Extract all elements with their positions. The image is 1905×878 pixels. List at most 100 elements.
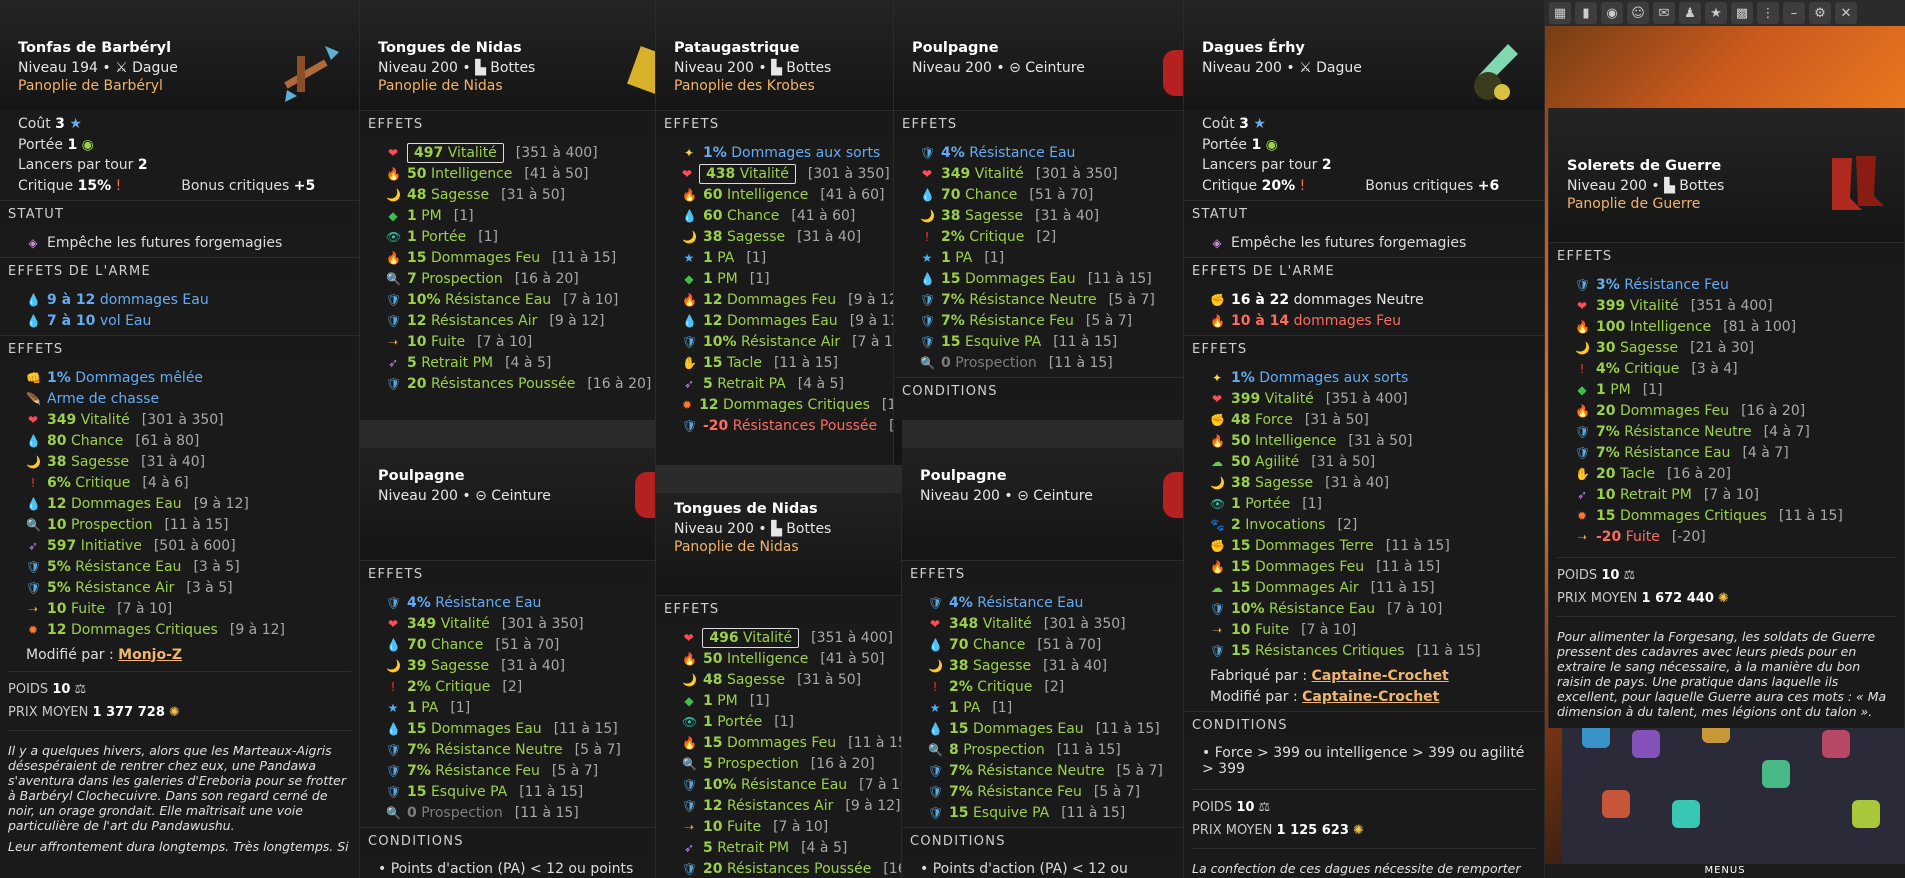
effect-icon: 👁 (386, 229, 402, 244)
effect-row: ! 2% Critique [2] (386, 676, 647, 697)
effect-icon: 🛡 (682, 861, 698, 876)
effect-label: Agilité (1254, 453, 1300, 470)
effect-icon: 🛡 (386, 376, 402, 391)
character-icon[interactable]: ♟ (1679, 2, 1701, 24)
effect-label: dommages Neutre (1293, 291, 1424, 308)
star-icon[interactable]: ★ (1705, 2, 1727, 24)
effect-range: [301 à 350] (141, 411, 224, 428)
effect-icon: 👊 (26, 370, 41, 385)
grid-icon[interactable]: ▩ (1731, 2, 1753, 24)
modifier-link[interactable]: Captaine-Crochet (1302, 689, 1439, 705)
modifier-link[interactable]: Monjo-Z (118, 647, 182, 663)
effect-text: 1 Portée (703, 714, 762, 730)
effect-range: [11 à 15] (1095, 720, 1160, 737)
effect-value: 12 (407, 312, 427, 329)
item-type: Bottes (786, 60, 832, 76)
effect-row: ✹ 12 Dommages Critiques [9 à 12] (26, 619, 351, 640)
effect-range: [16 à 20] (883, 860, 901, 877)
effect-icon: 🐾 (1210, 517, 1225, 532)
item-set[interactable]: Panoplie des Krobes (674, 78, 875, 94)
effect-text: 399 Vitalité (1596, 298, 1679, 314)
weight-label: POIDS (1192, 800, 1233, 815)
item-header: Dagues Érhy Niveau 200 • ⚔ Dague (1184, 0, 1544, 110)
chat-icon[interactable]: ✉ (1653, 2, 1675, 24)
statut-row: ◈ Empêche les futures forgemagies (1210, 232, 1536, 253)
effect-value: 20 (1596, 402, 1616, 419)
item-set[interactable]: Panoplie de Nidas (674, 539, 883, 555)
effect-row: 🛡 10% Résistance Air [7 à 10] (682, 331, 893, 352)
effect-range: [11 à 15] (1056, 741, 1121, 758)
effect-text: 48 Force (1231, 412, 1293, 428)
conditions-text: • Points d'action (PA) < 12 ou points de… (920, 861, 1139, 878)
effect-value: 7% (1596, 444, 1620, 461)
range-label: Portée (1202, 136, 1247, 153)
game-tile (1762, 760, 1790, 788)
effect-icon: 🛡 (386, 313, 402, 328)
effect-label: Vitalité (447, 144, 497, 161)
effect-text: 10 Fuite (1231, 622, 1289, 638)
effect-icon: ➝ (1211, 622, 1223, 637)
divider (1192, 789, 1536, 790)
effect-value: 15 (1231, 537, 1251, 554)
effect-icon: 🛡 (1210, 601, 1226, 616)
tooltip-solerets-guerre: ⚙✕ Solerets de Guerre Niveau 200 • ▙ Bot… (1548, 108, 1905, 728)
effect-range: [5 à 7] (1108, 291, 1155, 308)
weight-icon: ⚖ (1623, 568, 1636, 583)
effect-icon: 🌙 (386, 187, 401, 202)
effect-row: ❤ 349 Vitalité [301 à 350] (920, 163, 1175, 184)
close-icon[interactable]: ✕ (1835, 2, 1857, 24)
effects-header: EFFETS (656, 110, 893, 138)
effect-label: Résistance Neutre (435, 741, 563, 758)
item-header: Poulpagne Niveau 200 • ⊝ Ceinture (902, 420, 1183, 560)
effect-icon: 🛡 (386, 595, 402, 610)
effect-text: 15 Dommages Feu (703, 735, 836, 751)
effect-label: Fuite (1625, 528, 1660, 545)
effect-row: 💧 15 Dommages Eau [11 à 15] (928, 718, 1175, 739)
bonus-label: Bonus critiques (181, 177, 290, 194)
effect-icon: 🛡 (386, 292, 402, 307)
location-icon[interactable]: ◉ (1601, 2, 1623, 24)
book-icon[interactable]: ▮ (1575, 2, 1597, 24)
effect-label: Dommages Eau (726, 312, 838, 329)
effect-label: Prospection (421, 270, 503, 287)
map-icon[interactable]: ▦ (1549, 2, 1571, 24)
effect-value: 5% (47, 579, 71, 596)
effect-range: [3 à 5] (186, 579, 233, 596)
item-set[interactable]: Panoplie de Nidas (378, 78, 637, 94)
effect-value: 15 (1231, 579, 1251, 596)
kamas-icon: ✺ (169, 705, 180, 720)
menus-label[interactable]: MENUS (1704, 865, 1745, 876)
effect-text: 38 Sagesse (703, 229, 785, 245)
effect-row: 🛡-20 Résistances Poussée[-2 (682, 415, 893, 436)
effect-label: Sagesse (430, 186, 490, 203)
effect-value: 80 (47, 432, 67, 449)
menus-bar[interactable]: MENUS (1545, 864, 1905, 878)
effect-text: 7% Résistance Feu (407, 763, 540, 779)
effect-text: 20 Résistances Poussée (407, 376, 575, 392)
emote-icon[interactable]: ☺ (1627, 2, 1649, 24)
effect-row: ➝ 10 Fuite [7 à 10] (26, 598, 351, 619)
effect-label: Résistance Eau (969, 144, 1076, 161)
effect-icon: 🔥 (682, 651, 697, 666)
effect-icon: 🔥 (1210, 433, 1225, 448)
effect-icon: 🌙 (1210, 475, 1225, 490)
menu-icon[interactable]: ⋮ (1757, 2, 1779, 24)
effect-range: [2] (1036, 228, 1057, 245)
settings-icon[interactable]: ⚙ (1809, 2, 1831, 24)
effect-label: Résistance Feu (977, 783, 1082, 800)
effect-row: 🛡 5% Résistance Eau [3 à 5] (26, 556, 351, 577)
effect-value: 5 (407, 354, 417, 371)
effects-header: EFFETS (902, 560, 1183, 588)
minimize-icon[interactable]: – (1783, 2, 1805, 24)
effect-label: Dommages aux sorts (1259, 369, 1409, 386)
effect-row: 🐾 2 Invocations [2] (1210, 514, 1536, 535)
crafted-label: Fabriqué par : (1210, 667, 1308, 684)
effect-label: Vitalité (982, 615, 1032, 632)
effect-label: PM (421, 207, 442, 224)
effect-text: 7% Résistance Eau (1596, 445, 1730, 461)
effect-label: Dommages mêlée (75, 369, 204, 386)
crafter-link[interactable]: Captaine-Crochet (1312, 668, 1449, 684)
effect-range: [21 à 30] (1690, 339, 1755, 356)
effect-icon: 🛡 (928, 784, 944, 799)
effect-range: [7 à 10] (852, 333, 893, 350)
